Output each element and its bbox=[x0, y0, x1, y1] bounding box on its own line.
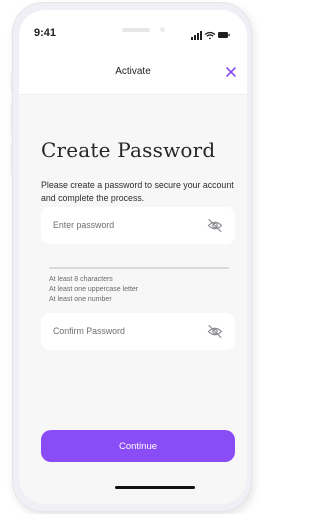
password-placeholder: Enter password bbox=[53, 220, 115, 230]
side-button bbox=[11, 103, 13, 135]
rule-item: At least one uppercase letter bbox=[49, 286, 139, 293]
confirm-visibility-toggle[interactable] bbox=[207, 324, 223, 339]
status-time: 9:41 bbox=[34, 27, 57, 39]
notch-speaker bbox=[122, 28, 150, 32]
password-field[interactable]: Enter password bbox=[41, 207, 235, 244]
close-icon bbox=[226, 67, 236, 77]
status-bar: 9:41 bbox=[19, 10, 247, 52]
side-button bbox=[11, 143, 13, 175]
eye-off-icon bbox=[207, 218, 223, 233]
page-description: Please create a password to secure your … bbox=[41, 180, 234, 203]
page-title: Create Password bbox=[41, 138, 216, 162]
wifi-icon bbox=[204, 31, 216, 40]
rule-item: At least 8 characters bbox=[49, 276, 113, 283]
close-button[interactable] bbox=[223, 64, 239, 80]
home-indicator bbox=[115, 486, 195, 489]
confirm-password-placeholder: Confirm Password bbox=[53, 326, 125, 336]
password-visibility-toggle[interactable] bbox=[207, 218, 223, 233]
password-rules: At least 8 characters At least one upper… bbox=[49, 275, 138, 305]
header-title: Activate bbox=[115, 66, 151, 77]
signal-icon bbox=[191, 31, 202, 40]
confirm-password-field[interactable]: Confirm Password bbox=[41, 313, 235, 350]
battery-icon bbox=[218, 32, 230, 38]
eye-off-icon bbox=[207, 324, 223, 339]
continue-button[interactable]: Continue bbox=[41, 430, 235, 462]
side-button bbox=[11, 73, 13, 93]
notch-camera bbox=[160, 27, 165, 32]
rule-item: At least one number bbox=[49, 296, 112, 303]
password-strength-bar bbox=[49, 267, 229, 269]
top-app-bar: Activate bbox=[19, 52, 247, 95]
status-icons bbox=[191, 27, 231, 40]
app-screen: 9:41 Activate Create Password Please cre… bbox=[19, 10, 247, 504]
